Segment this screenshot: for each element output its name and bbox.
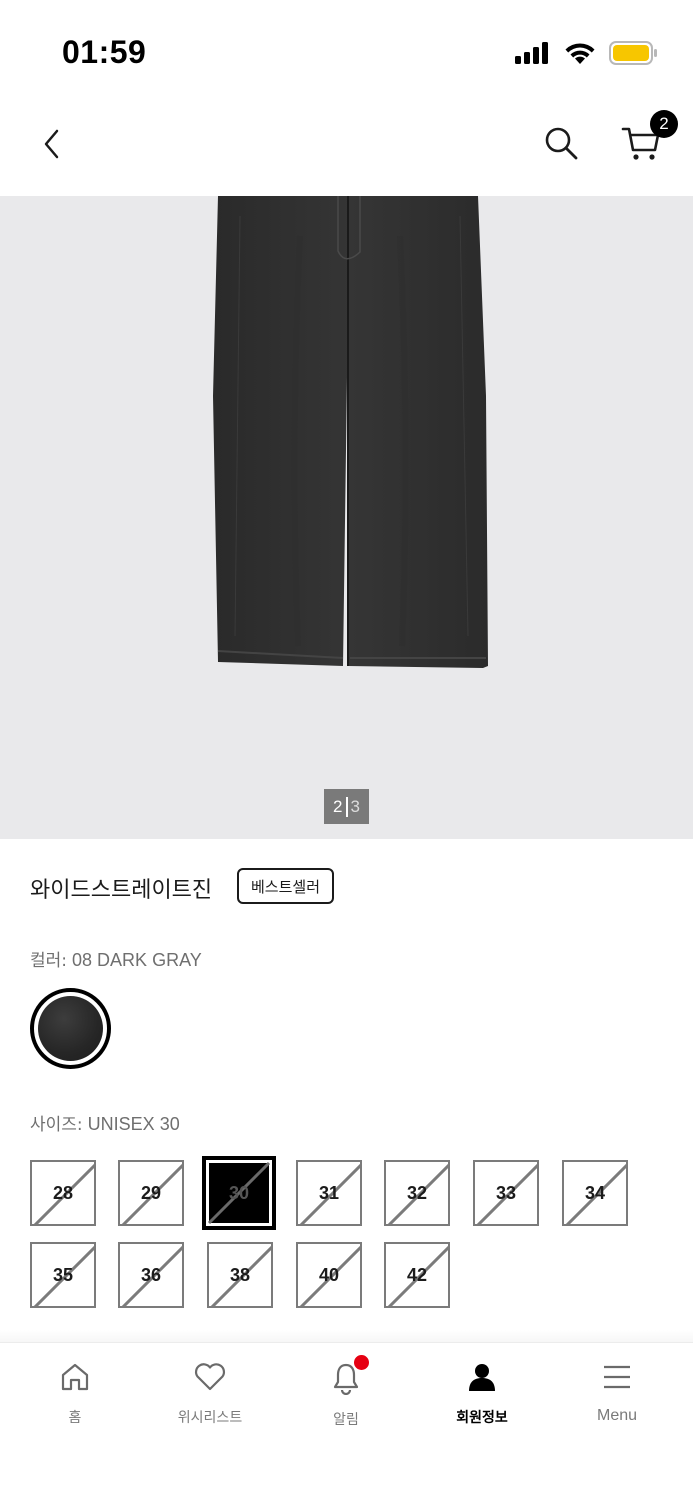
bottom-navigation: 홈 위시리스트 알림 회원정보 Menu (0, 1342, 693, 1500)
nav-item-member-info[interactable]: 회원정보 (422, 1361, 542, 1427)
cellular-signal-icon (515, 41, 551, 69)
bestseller-badge: 베스트셀러 (237, 868, 335, 904)
size-option[interactable]: 42 (384, 1242, 450, 1308)
pager-current: 2 (333, 796, 343, 816)
menu-icon (601, 1361, 633, 1397)
user-icon (466, 1361, 498, 1397)
size-option-label: 30 (228, 1182, 250, 1203)
status-time: 01:59 (62, 34, 147, 70)
size-label-key: 사이즈: (30, 1115, 83, 1135)
size-option[interactable]: 33 (473, 1160, 539, 1226)
nav-item-menu[interactable]: Menu (557, 1361, 677, 1425)
size-option[interactable]: 32 (384, 1160, 450, 1226)
size-option-label: 28 (52, 1182, 74, 1203)
nav-item-wishlist[interactable]: 위시리스트 (150, 1361, 270, 1427)
color-label: 컬러: 08 DARK GRAY (30, 946, 202, 971)
nav-item-notifications[interactable]: 알림 (286, 1355, 406, 1429)
nav-label-home: 홈 (68, 1410, 82, 1426)
size-option-label: 33 (495, 1182, 517, 1203)
size-option[interactable]: 38 (207, 1242, 273, 1308)
nav-label-notifications: 알림 (333, 1412, 359, 1428)
notification-dot (354, 1355, 369, 1370)
size-option-label: 31 (318, 1182, 340, 1203)
size-option-label: 34 (584, 1182, 606, 1203)
color-swatch-dark-gray[interactable] (30, 988, 111, 1069)
cart-count-badge: 2 (650, 110, 678, 138)
product-image (213, 196, 488, 668)
size-option-label: 42 (406, 1264, 428, 1285)
pager-separator (345, 796, 348, 817)
size-option[interactable]: 28 (30, 1160, 96, 1226)
nav-label-member-info: 회원정보 (456, 1410, 508, 1426)
size-option-label: 36 (140, 1264, 162, 1285)
color-label-key: 컬러: (30, 951, 68, 971)
heart-icon (193, 1361, 227, 1397)
product-name: 와이드스트레이트진 (30, 878, 213, 903)
home-icon (59, 1361, 91, 1397)
search-icon (543, 125, 579, 165)
chevron-left-icon (42, 128, 62, 164)
size-option[interactable]: 36 (118, 1242, 184, 1308)
nav-item-home[interactable]: 홈 (15, 1361, 135, 1427)
size-option-label: 32 (406, 1182, 428, 1203)
wifi-icon (563, 40, 597, 70)
product-image-gallery[interactable]: 2 3 (0, 196, 693, 839)
status-icons (515, 40, 659, 70)
size-option[interactable]: 35 (30, 1242, 96, 1308)
image-pager: 2 3 (324, 789, 369, 824)
swatch-fill (38, 996, 103, 1061)
size-option-selected[interactable]: 30 (202, 1156, 276, 1230)
size-option[interactable]: 31 (296, 1160, 362, 1226)
top-header (0, 100, 693, 196)
status-bar: 01:59 (0, 0, 693, 100)
size-option[interactable]: 34 (562, 1160, 628, 1226)
size-option[interactable]: 29 (118, 1160, 184, 1226)
battery-icon (609, 40, 659, 70)
size-option-label: 38 (229, 1264, 251, 1285)
size-option-label: 40 (318, 1264, 340, 1285)
color-label-value: 08 DARK GRAY (72, 950, 202, 970)
nav-label-wishlist: 위시리스트 (177, 1410, 243, 1426)
nav-label-menu: Menu (596, 1407, 638, 1424)
size-option-label: 29 (140, 1182, 162, 1203)
size-label: 사이즈: UNISEX 30 (30, 1110, 180, 1135)
pager-total: 3 (350, 796, 360, 816)
search-button[interactable] (538, 122, 584, 168)
size-option-label: 35 (52, 1264, 74, 1285)
back-button[interactable] (30, 124, 74, 168)
size-label-value: UNISEX 30 (87, 1114, 180, 1134)
size-option[interactable]: 40 (296, 1242, 362, 1308)
